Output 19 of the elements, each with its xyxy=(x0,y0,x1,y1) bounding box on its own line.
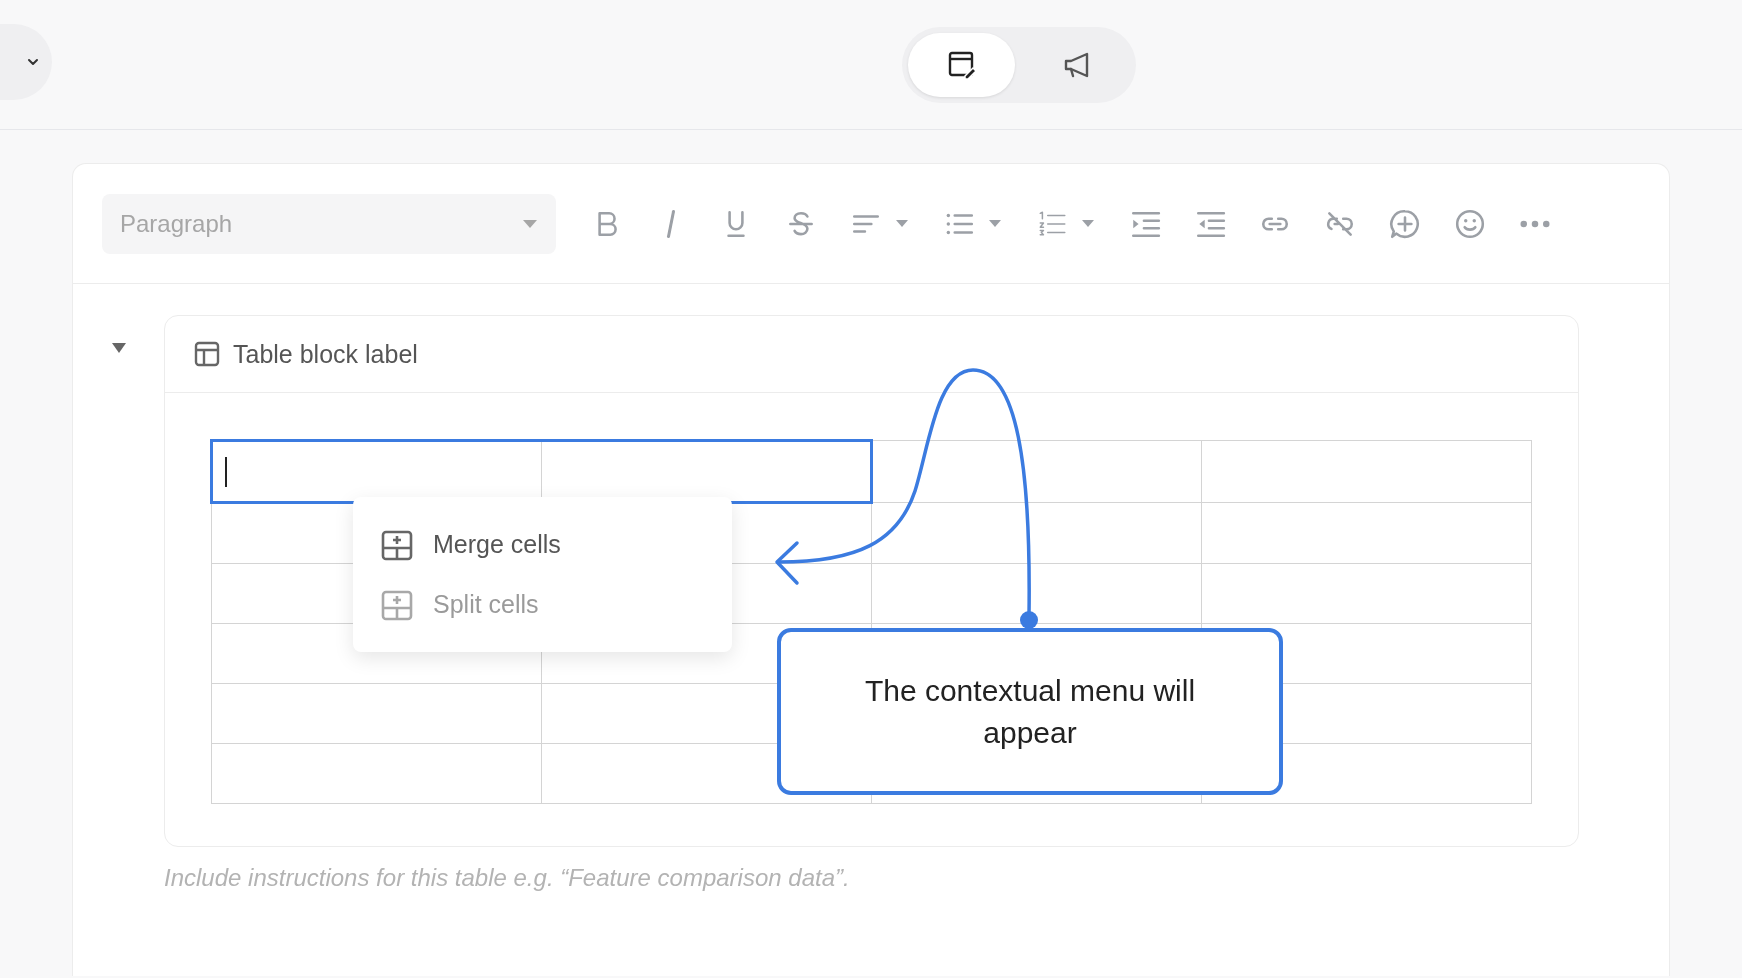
block-type-select[interactable]: Paragraph xyxy=(102,193,556,254)
caret-down-icon xyxy=(895,219,909,228)
caret-icon xyxy=(109,342,128,354)
text-cursor xyxy=(225,456,227,487)
instructions-field[interactable]: Include instructions for this table e.g. “Feature comparison data”. xyxy=(164,861,1064,895)
table-block-label: Table block label xyxy=(233,339,418,369)
table-icon xyxy=(194,341,220,367)
italic-icon xyxy=(666,208,676,239)
caret-down-icon xyxy=(988,219,1002,228)
add-comment-icon xyxy=(1389,207,1421,240)
caret-down-icon xyxy=(1081,219,1095,228)
table-plus-icon xyxy=(381,588,413,621)
more-icon xyxy=(1520,219,1550,228)
view-toggle-button[interactable] xyxy=(908,32,1015,97)
table-plus-icon xyxy=(381,528,413,561)
smiley-icon xyxy=(1454,207,1486,240)
caret-down-icon xyxy=(522,218,538,229)
menu-item[interactable]: Merge cells xyxy=(381,528,704,561)
callout-tooltip: The contextual menu will appear xyxy=(777,628,1283,795)
